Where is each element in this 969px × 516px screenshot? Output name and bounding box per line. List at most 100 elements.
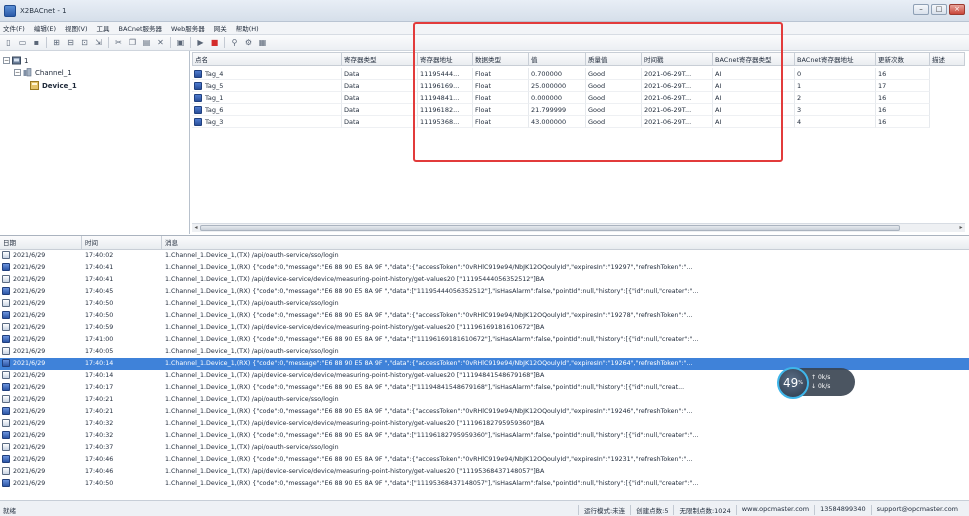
- column-header[interactable]: 寄存器类型: [342, 52, 418, 66]
- log-message-cell: 1.Channel_1.Device_1,(RX) {"code":0,"mes…: [165, 456, 693, 463]
- toolbar-separator: [224, 37, 225, 48]
- log-row[interactable]: 2021/6/29 17:40:50 1.Channel_1.Device_1,(R…: [0, 310, 969, 322]
- log-row[interactable]: 2021/6/29 17:41:00 1.Channel_1.Device_1,(R…: [0, 334, 969, 346]
- log-time-cell: 17:40:21: [85, 396, 114, 403]
- cut-icon[interactable]: ✂: [113, 37, 124, 48]
- log-time-cell: 17:40:02: [85, 252, 114, 259]
- monitor-icon[interactable]: ⚲: [229, 37, 240, 48]
- add-channel-icon[interactable]: ⊞: [51, 37, 62, 48]
- scrollbar-thumb[interactable]: [200, 225, 900, 231]
- log-row[interactable]: 2021/6/29 17:40:41 1.Channel_1.Device_1,(T…: [0, 274, 969, 286]
- table-cell: Good: [586, 80, 642, 92]
- upload-speed-value: 0k/s: [817, 374, 831, 381]
- status-point-limit: 无限制点数:1024: [673, 505, 735, 515]
- log-row[interactable]: 2021/6/29 17:40:41 1.Channel_1.Device_1,(R…: [0, 262, 969, 274]
- horizontal-scrollbar[interactable]: ◂ ▸: [192, 223, 965, 232]
- menu-file[interactable]: 文件(F): [3, 23, 25, 33]
- menu-tools[interactable]: 工具: [97, 23, 110, 33]
- column-header[interactable]: 点名: [192, 52, 342, 66]
- scroll-right-icon[interactable]: ▸: [957, 224, 965, 232]
- log-time-cell: 17:40:14: [85, 360, 114, 367]
- transmit-icon: [2, 251, 10, 259]
- log-date: 2021/6/29: [13, 300, 46, 307]
- menu-view[interactable]: 视图(V): [65, 23, 88, 33]
- column-header[interactable]: 数据类型: [473, 52, 529, 66]
- table-row[interactable]: Tag_5 Data 11196169... Float 25.000000 G…: [192, 80, 965, 92]
- import-icon[interactable]: ⇲: [93, 37, 104, 48]
- log-row[interactable]: 2021/6/29 17:40:37 1.Channel_1.Device_1,(T…: [0, 442, 969, 454]
- log-row[interactable]: 2021/6/29 17:40:02 1.Channel_1.Device_1,(T…: [0, 250, 969, 262]
- log-row[interactable]: 2021/6/29 17:40:59 1.Channel_1.Device_1,(T…: [0, 322, 969, 334]
- column-header[interactable]: 更新次数: [876, 52, 930, 66]
- tree-root[interactable]: − 1: [3, 56, 28, 65]
- table-cell: 0: [795, 68, 876, 80]
- table-row[interactable]: Tag_6 Data 11196182... Float 21.799999 G…: [192, 104, 965, 116]
- log-row[interactable]: 2021/6/29 17:40:45 1.Channel_1.Device_1,(R…: [0, 286, 969, 298]
- add-tag-icon[interactable]: ⊡: [79, 37, 90, 48]
- save-icon[interactable]: ▪: [31, 37, 42, 48]
- table-row[interactable]: Tag_1 Data 11194841... Float 0.000000 Go…: [192, 92, 965, 104]
- properties-icon[interactable]: ▣: [175, 37, 186, 48]
- log-column-header[interactable]: 时间: [82, 236, 162, 250]
- log-row[interactable]: 2021/6/29 17:40:46 1.Channel_1.Device_1,(R…: [0, 454, 969, 466]
- maximize-button[interactable]: □: [931, 4, 947, 15]
- open-folder-icon[interactable]: ▭: [17, 37, 28, 48]
- table-cell: Data: [342, 92, 418, 104]
- tree-device[interactable]: Device_1: [30, 81, 77, 90]
- log-date: 2021/6/29: [13, 432, 46, 439]
- paste-icon[interactable]: ▤: [141, 37, 152, 48]
- table-cell: 17: [876, 80, 930, 92]
- scroll-left-icon[interactable]: ◂: [192, 224, 200, 232]
- table-cell: AI: [713, 104, 795, 116]
- column-header[interactable]: BACnet寄存器类型: [713, 52, 795, 66]
- log-row[interactable]: 2021/6/29 17:40:21 1.Channel_1.Device_1,(R…: [0, 406, 969, 418]
- menu-help[interactable]: 帮助(H): [236, 23, 259, 33]
- upload-speed: ↑ 0k/s: [811, 374, 831, 381]
- table-cell: 2021-06-29T...: [642, 104, 713, 116]
- menu-gateway[interactable]: 网关: [214, 23, 227, 33]
- log-row[interactable]: 2021/6/29 17:40:05 1.Channel_1.Device_1,(T…: [0, 346, 969, 358]
- export-icon[interactable]: ▦: [257, 37, 268, 48]
- table-cell: 16: [876, 116, 930, 128]
- delete-icon[interactable]: ✕: [155, 37, 166, 48]
- column-header[interactable]: 质量值: [586, 52, 642, 66]
- status-segments: 运行模式:未连 创建点数:5 无限制点数:1024 www.opcmaster.…: [577, 505, 963, 515]
- column-header[interactable]: BACnet寄存器地址: [795, 52, 876, 66]
- column-header[interactable]: 寄存器地址: [418, 52, 473, 66]
- close-button[interactable]: ×: [949, 4, 965, 15]
- log-row[interactable]: 2021/6/29 17:40:46 1.Channel_1.Device_1,(T…: [0, 466, 969, 478]
- log-row[interactable]: 2021/6/29 17:40:50 1.Channel_1.Device_1,(R…: [0, 478, 969, 490]
- menu-edit[interactable]: 编辑(E): [34, 23, 56, 33]
- log-date-cell: 2021/6/29: [2, 334, 82, 346]
- settings-icon[interactable]: ⚙: [243, 37, 254, 48]
- stop-icon[interactable]: ■: [209, 37, 220, 48]
- log-row[interactable]: 2021/6/29 17:40:32 1.Channel_1.Device_1,(R…: [0, 430, 969, 442]
- log-date-cell: 2021/6/29: [2, 274, 82, 286]
- start-icon[interactable]: ▶: [195, 37, 206, 48]
- log-row[interactable]: 2021/6/29 17:40:32 1.Channel_1.Device_1,(T…: [0, 418, 969, 430]
- log-message-cell: 1.Channel_1.Device_1,(RX) {"code":0,"mes…: [165, 408, 693, 415]
- minimize-button[interactable]: –: [913, 4, 929, 15]
- column-header[interactable]: 描述: [930, 52, 965, 66]
- transmit-icon: [2, 395, 10, 403]
- table-cell: 43.000000: [529, 116, 586, 128]
- log-column-header[interactable]: 日期: [0, 236, 82, 250]
- log-time-cell: 17:41:00: [85, 336, 114, 343]
- tree-channel-label: Channel_1: [35, 68, 72, 77]
- log-row[interactable]: 2021/6/29 17:40:50 1.Channel_1.Device_1,(T…: [0, 298, 969, 310]
- menu-bacnet-server[interactable]: BACnet服务器: [119, 23, 163, 33]
- table-row[interactable]: Tag_3 Data 11195368... Float 43.000000 G…: [192, 116, 965, 128]
- log-column-header[interactable]: 消息: [162, 236, 969, 250]
- tree-channel[interactable]: − Channel_1: [14, 68, 72, 77]
- collapse-icon[interactable]: −: [14, 69, 21, 76]
- copy-icon[interactable]: ❐: [127, 37, 138, 48]
- new-file-icon[interactable]: ▯: [3, 37, 14, 48]
- log-date: 2021/6/29: [13, 252, 46, 259]
- menu-web-server[interactable]: Web服务器: [171, 23, 205, 33]
- column-header[interactable]: 值: [529, 52, 586, 66]
- add-device-icon[interactable]: ⊟: [65, 37, 76, 48]
- table-row[interactable]: Tag_4 Data 11195444... Float 0.700000 Go…: [192, 68, 965, 80]
- network-monitor-widget[interactable]: ↑ 0k/s ↓ 0k/s 49%: [775, 366, 855, 399]
- column-header[interactable]: 时间戳: [642, 52, 713, 66]
- collapse-icon[interactable]: −: [3, 57, 10, 64]
